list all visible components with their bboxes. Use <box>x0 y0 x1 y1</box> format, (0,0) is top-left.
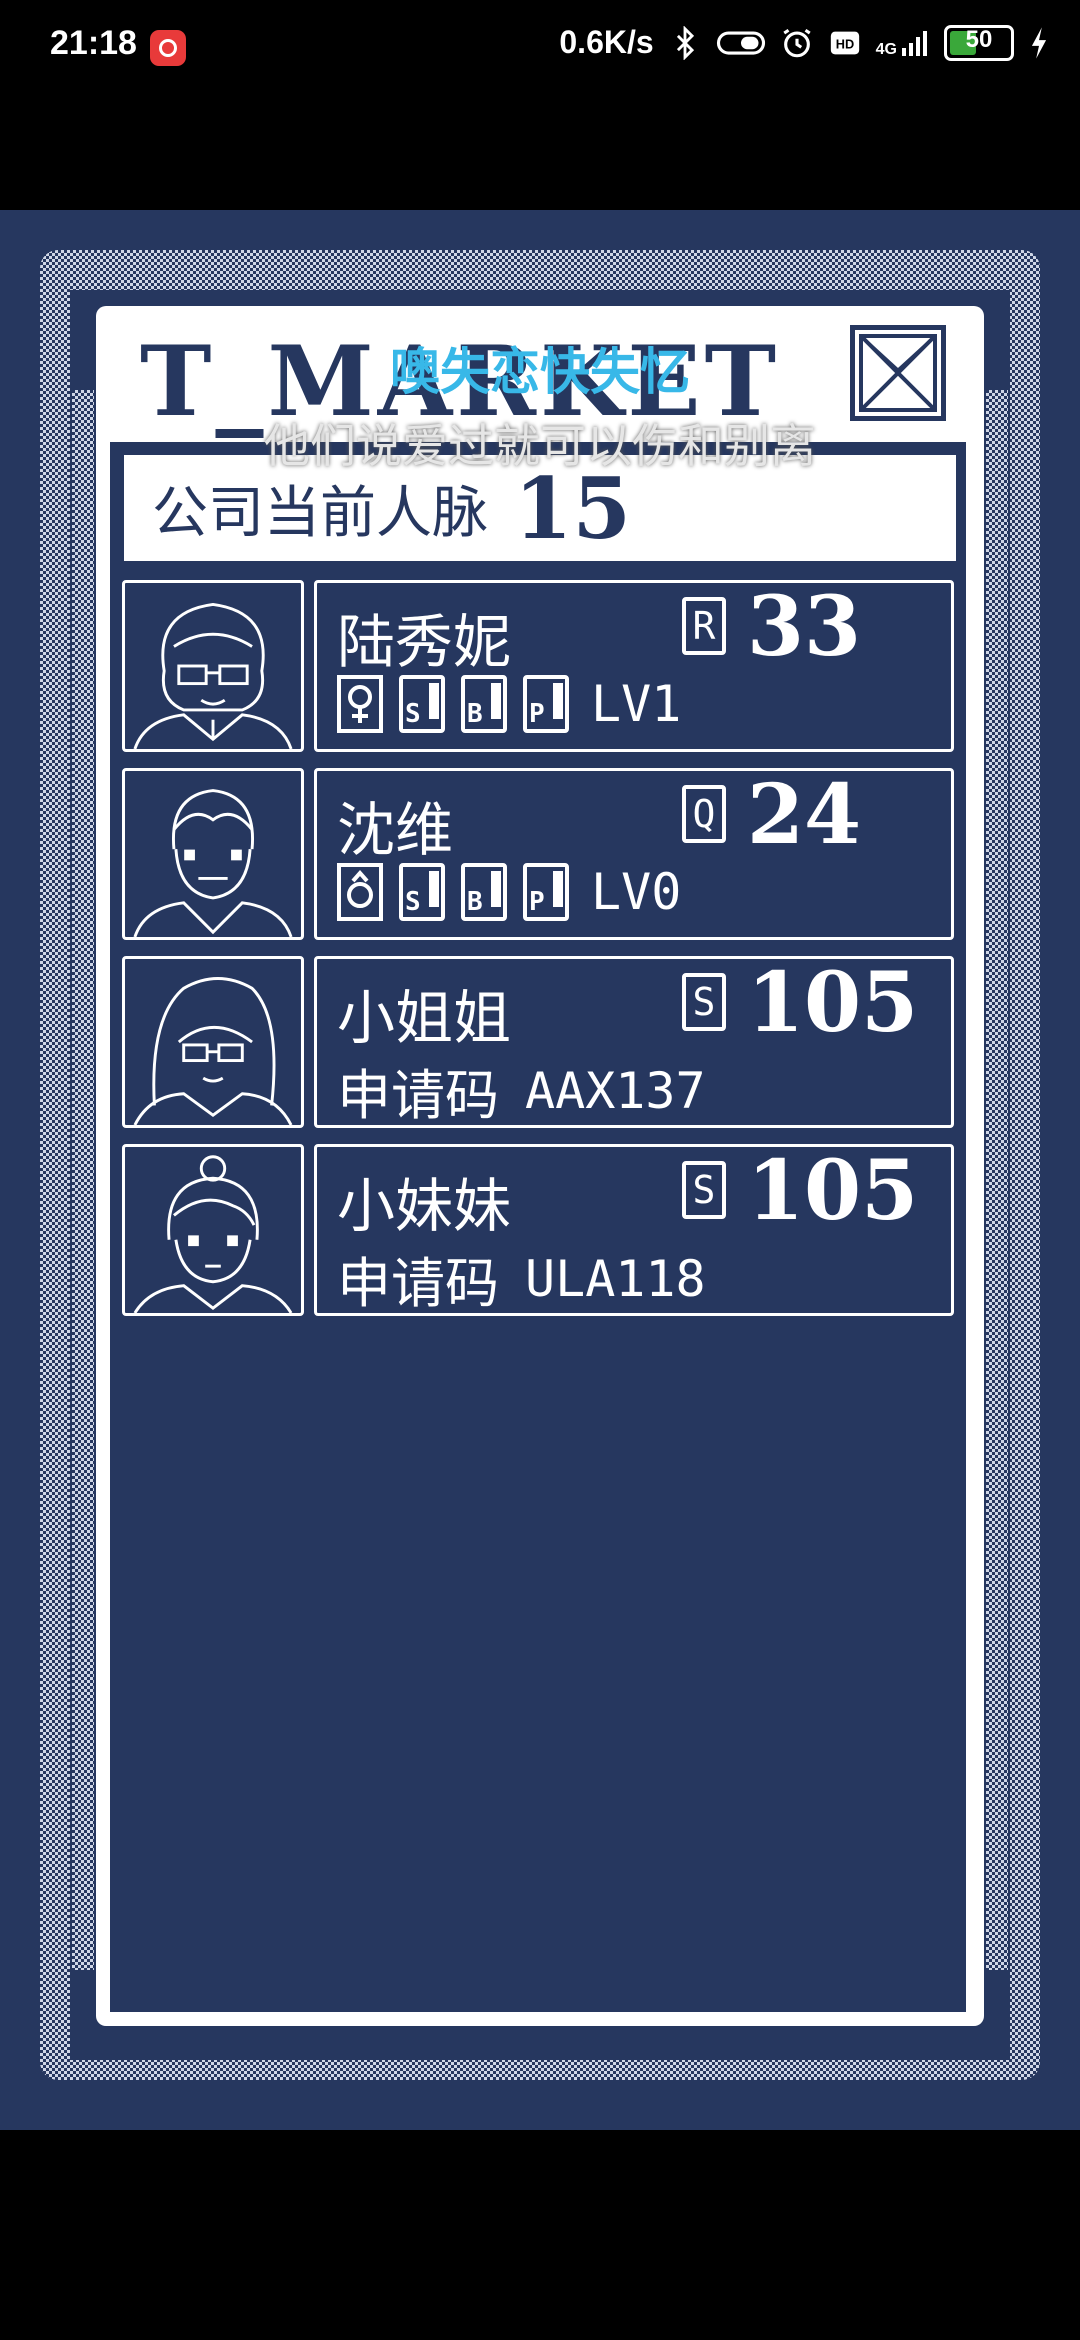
hd-icon: HD <box>830 31 859 54</box>
frame-rail-right <box>986 390 1008 1970</box>
bun-hair-girl-portrait-icon <box>133 1155 293 1313</box>
contact-name: 沈维 <box>337 796 454 864</box>
female-icon <box>337 675 383 733</box>
contact-row[interactable]: 陆秀妮 R 33 S B P LV1 <box>122 579 958 752</box>
rank-badge: R <box>682 597 726 655</box>
lyric-line-next: 他们说爱过就可以伤和别离 <box>264 419 816 473</box>
contact-score: 105 <box>747 955 919 1051</box>
avatar <box>122 956 304 1128</box>
contact-row[interactable]: 小姐姐 S 105 申请码 AAX137 <box>122 955 958 1130</box>
contact-level: LV0 <box>591 863 682 921</box>
game-screen: T_MARKET 公司当前人脉 15 陆秀妮 R 33 S B P LV1 沈维… <box>0 210 1080 2130</box>
charging-icon <box>1031 26 1047 59</box>
lyric-line-current: 噢失恋快失忆 <box>390 343 690 401</box>
girl-glasses-portrait-icon <box>133 603 293 749</box>
signal-icon: 4G <box>876 28 930 58</box>
contact-card: 小妹妹 S 105 申请码 ULA118 <box>314 1143 954 1318</box>
network-speed: 0.6K/s <box>559 24 654 60</box>
application-code: ULA118 <box>525 1249 706 1308</box>
frame-rail-left <box>72 390 94 1970</box>
contact-score: 105 <box>747 1143 919 1239</box>
contact-name: 小姐姐 <box>337 984 512 1052</box>
young-man-portrait-icon <box>133 789 293 937</box>
stat-b-icon: B <box>461 863 507 921</box>
toggle-icon <box>716 30 765 55</box>
application-code-line: 申请码 AAX137 <box>337 1051 706 1130</box>
rank-badge: S <box>682 973 726 1031</box>
application-code: AAX137 <box>525 1061 706 1120</box>
code-label: 申请码 <box>337 1064 499 1127</box>
alarm-icon <box>783 28 811 57</box>
rank-badge: Q <box>682 785 726 843</box>
status-bar: 21:18 0.6K/s HD 4G 50 <box>0 0 1080 96</box>
stat-b-icon: B <box>461 675 507 733</box>
code-label: 申请码 <box>337 1252 499 1315</box>
avatar <box>122 768 304 940</box>
rank-badge: S <box>682 1161 726 1219</box>
contact-name: 小妹妹 <box>337 1172 512 1240</box>
contact-level: LV1 <box>591 675 682 733</box>
contact-row[interactable]: 沈维 Q 24 S B P LV0 <box>122 767 958 940</box>
bluetooth-icon <box>676 25 694 60</box>
battery-label: 50 <box>965 25 993 53</box>
contact-score: 33 <box>747 579 862 675</box>
battery-icon: 50 <box>944 24 1014 61</box>
application-code-line: 申请码 ULA118 <box>337 1239 706 1318</box>
svg-text:HD: HD <box>835 36 853 51</box>
contact-stats: S B P LV1 <box>337 675 681 733</box>
stat-s-icon: S <box>399 863 445 921</box>
signal-label: 4G <box>875 40 897 58</box>
stat-p-icon: P <box>523 675 569 733</box>
contact-card: 小姐姐 S 105 申请码 AAX137 <box>314 955 954 1130</box>
stat-s-icon: S <box>399 675 445 733</box>
long-hair-woman-portrait-icon <box>133 977 293 1125</box>
status-time: 21:18 <box>50 24 137 62</box>
contact-name: 陆秀妮 <box>337 608 512 676</box>
contact-stats: S B P LV0 <box>337 863 681 921</box>
contact-score: 24 <box>747 767 862 863</box>
avatar <box>122 580 304 752</box>
contact-card: 陆秀妮 R 33 S B P LV1 <box>314 579 954 752</box>
status-right-group: 0.6K/s HD 4G 50 <box>559 24 1050 61</box>
male-icon <box>337 863 383 921</box>
contact-card: 沈维 Q 24 S B P LV0 <box>314 767 954 940</box>
connections-label: 公司当前人脉 <box>152 480 488 546</box>
contact-row[interactable]: 小妹妹 S 105 申请码 ULA118 <box>122 1143 958 1318</box>
notification-app-icon <box>150 30 186 66</box>
avatar <box>122 1144 304 1316</box>
stat-p-icon: P <box>523 863 569 921</box>
